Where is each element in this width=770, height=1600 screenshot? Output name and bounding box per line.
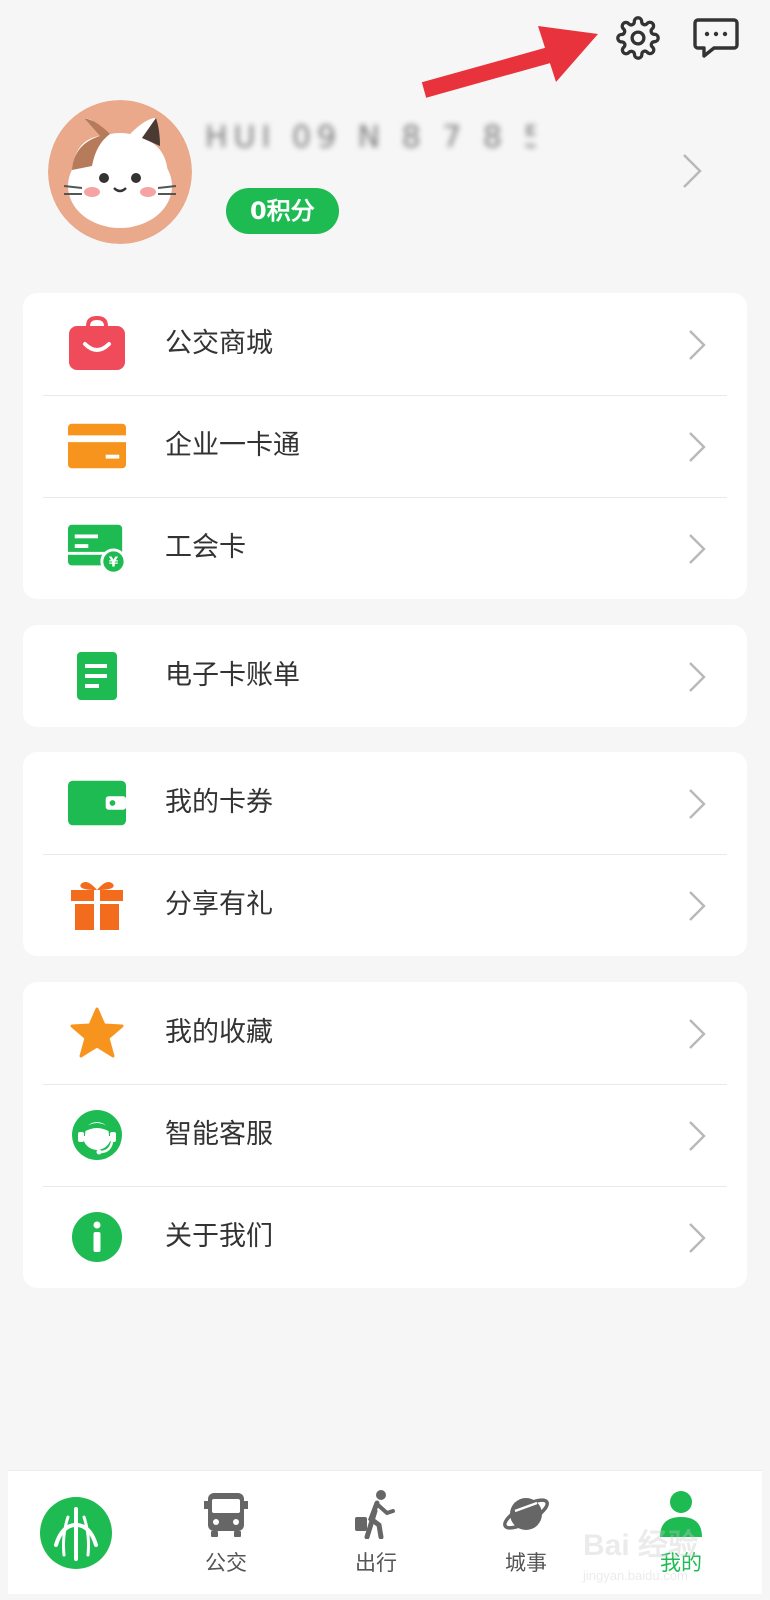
menu-item-customer-service[interactable]: 智能客服 xyxy=(23,1084,747,1186)
watermark: Bai 经验 jingyan.baidu.com xyxy=(583,1520,743,1590)
menu-item-bus-mall[interactable]: 公交商城 xyxy=(23,293,747,395)
tab-city-news[interactable]: 城事 xyxy=(451,1471,601,1595)
card-icon xyxy=(67,418,127,474)
chevron-right-icon xyxy=(683,154,702,188)
profile-header[interactable]: HUI 09 N 8 7 8 5 3 0积分 xyxy=(0,96,770,246)
chevron-right-icon xyxy=(689,789,706,819)
chevron-right-icon xyxy=(689,534,706,564)
menu-item-favorites[interactable]: 我的收藏 xyxy=(23,982,747,1084)
walking-icon xyxy=(355,1490,395,1539)
top-icon-bar xyxy=(614,14,740,62)
gear-icon xyxy=(616,16,660,60)
avatar[interactable] xyxy=(48,100,192,244)
cat-avatar-icon xyxy=(48,100,192,244)
menu-card-4: 我的收藏 智能客服 关于我们 xyxy=(23,982,747,1288)
menu-item-label: 公交商城 xyxy=(165,328,273,359)
chevron-right-icon xyxy=(689,1121,706,1151)
message-button[interactable] xyxy=(692,14,740,62)
menu-item-enterprise-card[interactable]: 企业一卡通 xyxy=(23,395,747,497)
menu-card-2: 电子卡账单 xyxy=(23,625,747,727)
shopping-bag-icon xyxy=(67,316,127,372)
menu-item-share-gift[interactable]: 分享有礼 xyxy=(23,854,747,956)
menu-item-about-us[interactable]: 关于我们 xyxy=(23,1186,747,1288)
chat-bubble-icon xyxy=(693,18,739,58)
menu-item-e-card-bill[interactable]: 电子卡账单 xyxy=(23,625,747,727)
chevron-right-icon xyxy=(689,891,706,921)
bus-icon xyxy=(204,1493,248,1537)
bill-icon xyxy=(67,648,127,704)
home-logo-button[interactable] xyxy=(38,1495,114,1571)
chevron-right-icon xyxy=(689,662,706,692)
chevron-right-icon xyxy=(689,1223,706,1253)
union-card-icon: ¥ xyxy=(67,520,127,576)
gift-icon xyxy=(67,877,127,933)
menu-item-label: 我的卡券 xyxy=(165,787,273,818)
settings-button[interactable] xyxy=(614,14,662,62)
annotation-arrow xyxy=(421,26,598,98)
menu-card-1: 公交商城 企业一卡通 ¥ 工会卡 xyxy=(23,293,747,599)
username: HUI 09 N 8 7 8 5 3 xyxy=(205,120,535,155)
app-logo-icon xyxy=(40,1497,112,1569)
tab-bus[interactable]: 公交 xyxy=(151,1471,301,1595)
watermark-sub: jingyan.baidu.com xyxy=(583,1568,688,1583)
star-icon xyxy=(67,1005,127,1061)
menu-item-union-card[interactable]: ¥ 工会卡 xyxy=(23,497,747,599)
chevron-right-icon xyxy=(689,330,706,360)
info-icon xyxy=(67,1209,127,1265)
menu-item-label: 工会卡 xyxy=(165,532,246,563)
tab-label: 公交 xyxy=(205,1551,247,1575)
customer-service-icon xyxy=(67,1107,127,1163)
svg-text:¥: ¥ xyxy=(109,554,119,570)
wallet-icon xyxy=(67,775,127,831)
tab-travel[interactable]: 出行 xyxy=(301,1471,451,1595)
menu-card-3: 我的卡券 分享有礼 xyxy=(23,752,747,956)
menu-item-label: 电子卡账单 xyxy=(165,660,300,691)
tab-label: 出行 xyxy=(355,1551,397,1575)
menu-item-label: 企业一卡通 xyxy=(165,430,300,461)
menu-item-label: 我的收藏 xyxy=(165,1017,273,1048)
menu-item-label: 关于我们 xyxy=(165,1221,273,1252)
points-badge[interactable]: 0积分 xyxy=(226,188,339,234)
tab-label: 城事 xyxy=(505,1551,547,1575)
menu-item-label: 分享有礼 xyxy=(165,889,273,920)
menu-item-my-coupons[interactable]: 我的卡券 xyxy=(23,752,747,854)
planet-icon xyxy=(503,1498,549,1530)
chevron-right-icon xyxy=(689,1019,706,1049)
menu-item-label: 智能客服 xyxy=(165,1119,273,1150)
watermark-main: Bai 经验 xyxy=(583,1529,699,1562)
chevron-right-icon xyxy=(689,432,706,462)
